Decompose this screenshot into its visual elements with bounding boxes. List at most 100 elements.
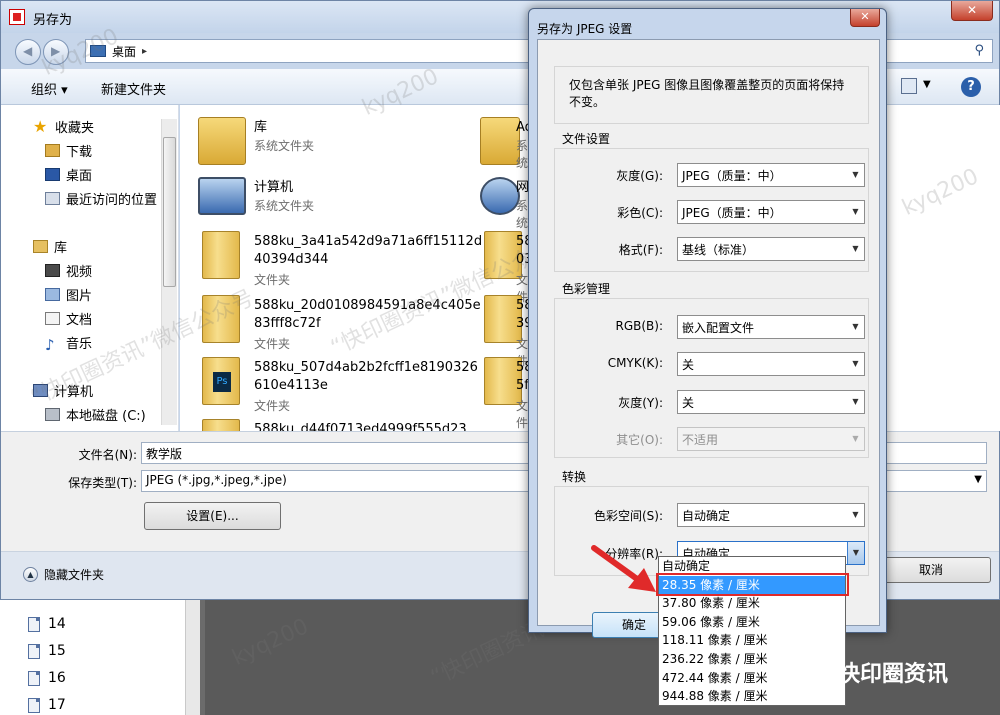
scrollbar-thumb[interactable] [163,137,176,287]
resolution-option[interactable]: 118.11 像素 / 厘米 [659,631,845,650]
page-item[interactable]: 16 [28,670,66,686]
resolution-option[interactable]: 59.06 像素 / 厘米 [659,613,845,632]
nav-recent[interactable]: 最近访问的位置 [45,189,157,208]
gray-profile-label: 灰度(Y): [618,396,663,410]
nav-label: 图片 [66,289,93,304]
nav-documents[interactable]: 文档 [45,309,92,328]
chevron-down-icon: ▼ [852,359,859,368]
nav-label: 视频 [66,265,93,280]
format-label: 格式(F): [618,243,663,257]
page-item[interactable]: 14 [28,616,66,632]
file-type: 文件夹 [254,399,291,413]
forward-button[interactable]: ▶ [43,39,69,65]
file-name: 库 [254,120,268,135]
resolution-option[interactable]: 944.88 像素 / 厘米 [659,687,845,706]
format-select[interactable]: 基线（标准） ▼ [677,237,865,261]
nav-computer[interactable]: 计算机 [33,381,93,400]
nav-libraries[interactable]: 库 [33,237,67,256]
color-label: 彩色(C): [617,206,663,220]
jpeg-dialog-body: 仅包含单张 JPEG 图像且图像覆盖整页的页面将保持不变。 文件设置 灰度(G)… [537,39,880,638]
back-arrow-icon: ◀ [23,44,33,58]
rgb-label: RGB(B): [615,319,663,333]
file-item-folder[interactable]: 588ku_3a41a542d9a71a6ff15112d40394d344 文… [180,225,482,289]
cancel-button[interactable]: 取消 [871,557,991,583]
organize-button[interactable]: 组织 ▾ [31,79,68,98]
help-icon[interactable]: ? [961,77,981,97]
filename-label: 文件名(N): [78,448,137,462]
rgb-profile-select[interactable]: 嵌入配置文件 ▼ [677,315,865,339]
page-icon [28,616,40,632]
gray-label: 灰度(G): [616,169,663,183]
address-location[interactable]: 桌面 [112,43,136,60]
nav-videos[interactable]: 视频 [45,261,92,280]
colorspace-select[interactable]: 自动确定 ▼ [677,503,865,527]
color-compression-select[interactable]: JPEG（质量：中） ▼ [677,200,865,224]
gray-profile-select[interactable]: 关 ▼ [677,390,865,414]
nav-label: 计算机 [54,385,94,400]
page-item[interactable]: 17 [28,697,66,713]
file-type: 系统文件夹 [254,199,315,213]
search-icon[interactable]: ⚲ [974,43,984,58]
nav-pictures[interactable]: 图片 [45,285,92,304]
jpeg-dialog-title: 另存为 JPEG 设置 [537,22,633,36]
page-number: 17 [48,697,66,713]
file-type: 文件夹 [254,337,291,351]
pdf-app-icon [9,9,25,25]
file-item-folder[interactable]: 58 03 文件 [462,225,533,304]
navigation-scrollbar[interactable] [161,119,177,425]
music-icon: ♪ [45,336,55,354]
network-globe-icon [480,177,520,215]
photoshop-folder-icon [202,357,240,405]
recent-places-icon [45,192,60,205]
folder-icon [202,419,240,431]
file-item-admin[interactable]: Ad 系统 [462,111,533,175]
file-item-folder[interactable]: 588ku_20d0108984591a8e4c405e83fff8c72f 文… [180,289,481,353]
breadcrumb-chevron-icon[interactable]: ▸ [142,46,147,57]
nav-downloads[interactable]: 下载 [45,141,92,160]
filetype-label: 保存类型(T): [68,476,137,490]
settings-button[interactable]: 设置(E)... [144,502,281,530]
conversion-title: 转换 [562,470,587,484]
libraries-icon [33,240,48,253]
cmyk-profile-select[interactable]: 关 ▼ [677,352,865,376]
nav-label: 最近访问的位置 [66,193,158,208]
file-name: 588ku_20d0108984591a8e4c405e83fff8c72f [254,298,481,331]
save-as-close-button[interactable]: ✕ [951,1,993,21]
other-profile-select: 不适用 ▼ [677,427,865,451]
page-number: 15 [48,643,66,659]
page-icon [28,670,40,686]
resolution-option[interactable]: 37.80 像素 / 厘米 [659,594,845,613]
file-item-folder[interactable]: 588ku_d44f0713ed4999f555d23 [180,413,480,431]
page-item[interactable]: 15 [28,643,66,659]
new-folder-button[interactable]: 新建文件夹 [101,79,166,98]
nav-music[interactable]: ♪ 音乐 [45,333,92,354]
chevron-down-icon: ▼ [852,322,859,331]
chevron-up-icon: ▲ [23,567,38,582]
file-item-folder[interactable]: 58 5f 文件 [462,351,533,430]
jpeg-close-button[interactable]: ✕ [850,9,880,27]
file-item-folder[interactable]: 588ku_507d4ab2b2fcff1e8190326610e4113e 文… [180,351,480,415]
folder-icon [202,295,240,343]
nav-desktop[interactable]: 桌面 [45,165,92,184]
hide-folders-toggle[interactable]: ▲ 隐藏文件夹 [23,566,104,583]
back-button[interactable]: ◀ [15,39,41,65]
annotation-highlight-box [656,573,849,596]
file-settings-group: 灰度(G): JPEG（质量：中） ▼ 彩色(C): JPEG（质量：中） ▼ 格式… [554,148,869,272]
gray-compression-select[interactable]: JPEG（质量：中） ▼ [677,163,865,187]
nav-label: 库 [54,241,68,256]
page-panel-scrollbar[interactable] [185,600,200,715]
chevron-down-icon[interactable]: ▼ [847,542,864,564]
chevron-down-icon: ▼ [852,510,859,519]
file-item-libraries[interactable]: 库 系统文件夹 [180,111,480,175]
view-options-icon[interactable] [901,78,917,94]
file-item-folder[interactable]: 58 39 文件 [462,289,533,368]
cmyk-label: CMYK(K): [607,356,663,370]
navigation-pane: ★ 收藏夹 下载 桌面 最近访问的位置 库 视频 图片 文档 ♪ 音乐 计算机 本地… [1,105,179,431]
other-label: 其它(O): [616,433,663,447]
nav-local-disk[interactable]: 本地磁盘 (C:) [45,405,146,424]
nav-favorites[interactable]: ★ 收藏夹 [33,117,94,136]
nav-label: 文档 [66,313,93,328]
nav-label: 下载 [66,145,93,160]
view-dropdown-arrow-icon[interactable]: ▼ [923,79,931,90]
page-icon [28,697,40,713]
